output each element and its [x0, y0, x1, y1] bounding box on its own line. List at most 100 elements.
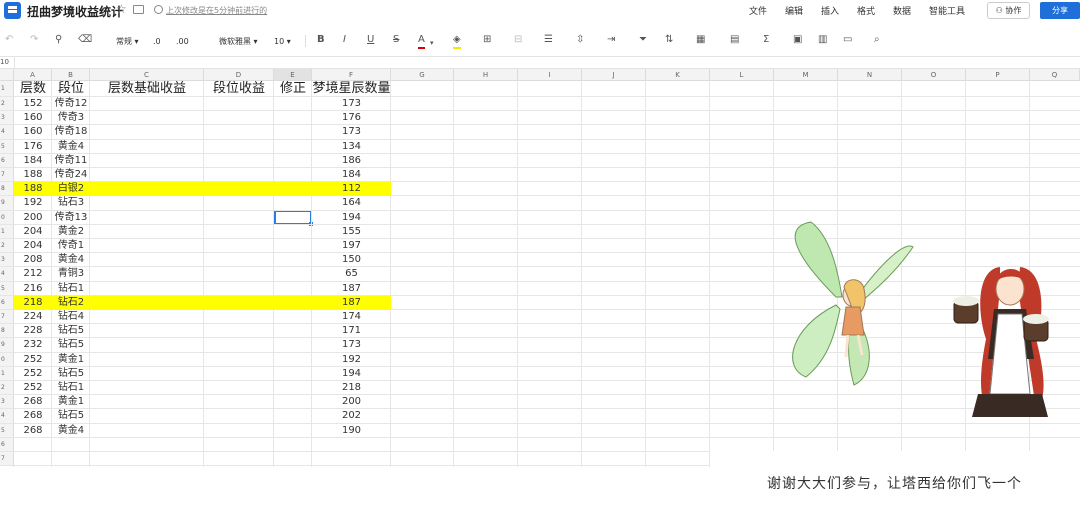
document-title[interactable]: 扭曲梦境收益统计 [27, 3, 123, 20]
row-number[interactable]: 8 [0, 324, 14, 339]
column-header[interactable]: I [518, 69, 582, 81]
row-number[interactable]: 5 [0, 139, 14, 154]
menu-edit[interactable]: 编辑 [785, 4, 803, 17]
table-header-cell[interactable]: 层数基础收益 [90, 81, 204, 97]
table-cell[interactable]: 192 [312, 353, 391, 367]
menu-data[interactable]: 数据 [893, 4, 911, 17]
row-number[interactable]: 9 [0, 338, 14, 353]
cell-reference[interactable]: 10 [0, 58, 9, 66]
filter-icon[interactable]: ⏷ [639, 33, 647, 47]
table-cell[interactable]: 传奇1 [52, 239, 90, 253]
table-cell[interactable]: 134 [312, 140, 391, 154]
column-header[interactable]: F [312, 69, 391, 81]
corner-cell[interactable] [0, 69, 14, 81]
table-cell[interactable]: 176 [14, 140, 52, 154]
table-cell[interactable]: 194 [312, 367, 391, 381]
table-cell[interactable]: 204 [14, 239, 52, 253]
table-cell[interactable]: 黄金2 [52, 225, 90, 239]
font-family-select[interactable]: 微软雅黑 ▾ [219, 35, 258, 49]
row-number[interactable]: 1 [0, 81, 14, 97]
undo-icon[interactable]: ↶ [5, 33, 13, 47]
table-cell[interactable]: 197 [312, 239, 391, 253]
column-header[interactable]: H [454, 69, 518, 81]
comment-icon[interactable]: ▭ [843, 33, 852, 47]
table-cell[interactable]: 228 [14, 324, 52, 338]
column-header[interactable]: A [14, 69, 52, 81]
table-cell[interactable]: 187 [312, 282, 391, 296]
collaborate-button[interactable]: ⚇ 协作 [987, 2, 1030, 19]
sum-button[interactable]: Σ [763, 33, 769, 47]
column-header[interactable]: D [204, 69, 274, 81]
table-cell[interactable]: 160 [14, 125, 52, 139]
row-number[interactable]: 7 [0, 168, 14, 183]
table-cell[interactable]: 173 [312, 338, 391, 352]
table-header-cell[interactable]: 段位 [52, 81, 90, 97]
vertical-align-icon[interactable]: ⇳ [576, 33, 584, 47]
table-cell[interactable]: 252 [14, 367, 52, 381]
column-header[interactable]: L [710, 69, 774, 81]
bold-button[interactable]: B [317, 33, 325, 47]
table-cell[interactable]: 传奇12 [52, 97, 90, 111]
table-cell[interactable]: 白银2 [52, 182, 90, 196]
table-cell[interactable]: 黄金4 [52, 424, 90, 438]
table-cell[interactable]: 钻石4 [52, 310, 90, 324]
table-cell[interactable]: 187 [312, 296, 391, 310]
table-cell[interactable]: 252 [14, 381, 52, 395]
table-cell[interactable]: 176 [312, 111, 391, 125]
row-number[interactable]: 9 [0, 196, 14, 211]
selected-cell[interactable] [274, 210, 313, 226]
table-cell[interactable]: 155 [312, 225, 391, 239]
image-icon[interactable]: ▣ [793, 33, 802, 47]
row-number[interactable]: 5 [0, 423, 14, 438]
table-cell[interactable]: 216 [14, 282, 52, 296]
column-header[interactable]: J [582, 69, 646, 81]
redo-icon[interactable]: ↷ [30, 33, 38, 47]
table-cell[interactable]: 188 [14, 182, 52, 196]
strikethrough-button[interactable]: S [393, 33, 399, 47]
row-number[interactable]: 3 [0, 111, 14, 126]
increase-decimal-button[interactable]: .00 [176, 35, 189, 49]
column-header[interactable]: E [274, 69, 312, 81]
table-cell[interactable]: 青铜3 [52, 267, 90, 281]
column-header[interactable]: C [90, 69, 204, 81]
italic-button[interactable]: I [343, 33, 346, 47]
table-cell[interactable]: 188 [14, 168, 52, 182]
clear-format-icon[interactable]: ⌫ [78, 33, 92, 47]
column-header[interactable]: O [902, 69, 966, 81]
column-header[interactable]: G [391, 69, 454, 81]
row-number[interactable]: 3 [0, 395, 14, 410]
app-logo-icon[interactable] [4, 2, 21, 19]
sort-icon[interactable]: ⇅ [665, 33, 673, 47]
row-number[interactable]: 2 [0, 239, 14, 254]
column-header[interactable]: P [966, 69, 1030, 81]
row-number[interactable]: 1 [0, 366, 14, 381]
freeze-icon[interactable]: ▤ [730, 33, 739, 47]
find-replace-icon[interactable]: ⌕ [874, 33, 880, 47]
menu-smart-tools[interactable]: 智能工具 [929, 4, 965, 17]
table-cell[interactable]: 传奇11 [52, 154, 90, 168]
row-number[interactable]: 7 [0, 310, 14, 325]
formula-bar[interactable]: 10 [0, 56, 1080, 69]
table-cell[interactable]: 传奇18 [52, 125, 90, 139]
fairy-sticker-image[interactable] [776, 217, 916, 389]
table-cell[interactable]: 152 [14, 97, 52, 111]
table-cell[interactable]: 173 [312, 97, 391, 111]
text-wrap-icon[interactable]: ⇥ [607, 33, 615, 47]
table-cell[interactable]: 钻石1 [52, 282, 90, 296]
row-number[interactable]: 6 [0, 295, 14, 310]
table-cell[interactable]: 钻石2 [52, 296, 90, 310]
row-number[interactable]: 2 [0, 381, 14, 396]
table-cell[interactable]: 186 [312, 154, 391, 168]
table-cell[interactable]: 钻石5 [52, 409, 90, 423]
table-cell[interactable]: 224 [14, 310, 52, 324]
table-cell[interactable]: 200 [14, 211, 52, 225]
font-size-select[interactable]: 10 ▾ [274, 35, 291, 49]
table-cell[interactable]: 184 [312, 168, 391, 182]
row-number[interactable]: 6 [0, 153, 14, 168]
horizontal-align-icon[interactable]: ☰ [544, 33, 553, 47]
table-cell[interactable]: 传奇24 [52, 168, 90, 182]
merge-cells-icon[interactable]: ⊟ [514, 33, 522, 47]
spreadsheet-grid[interactable]: ABCDEFGHIJKLMNOPQ12345678901234567890123… [0, 69, 1080, 521]
table-cell[interactable]: 232 [14, 338, 52, 352]
table-cell[interactable]: 212 [14, 267, 52, 281]
